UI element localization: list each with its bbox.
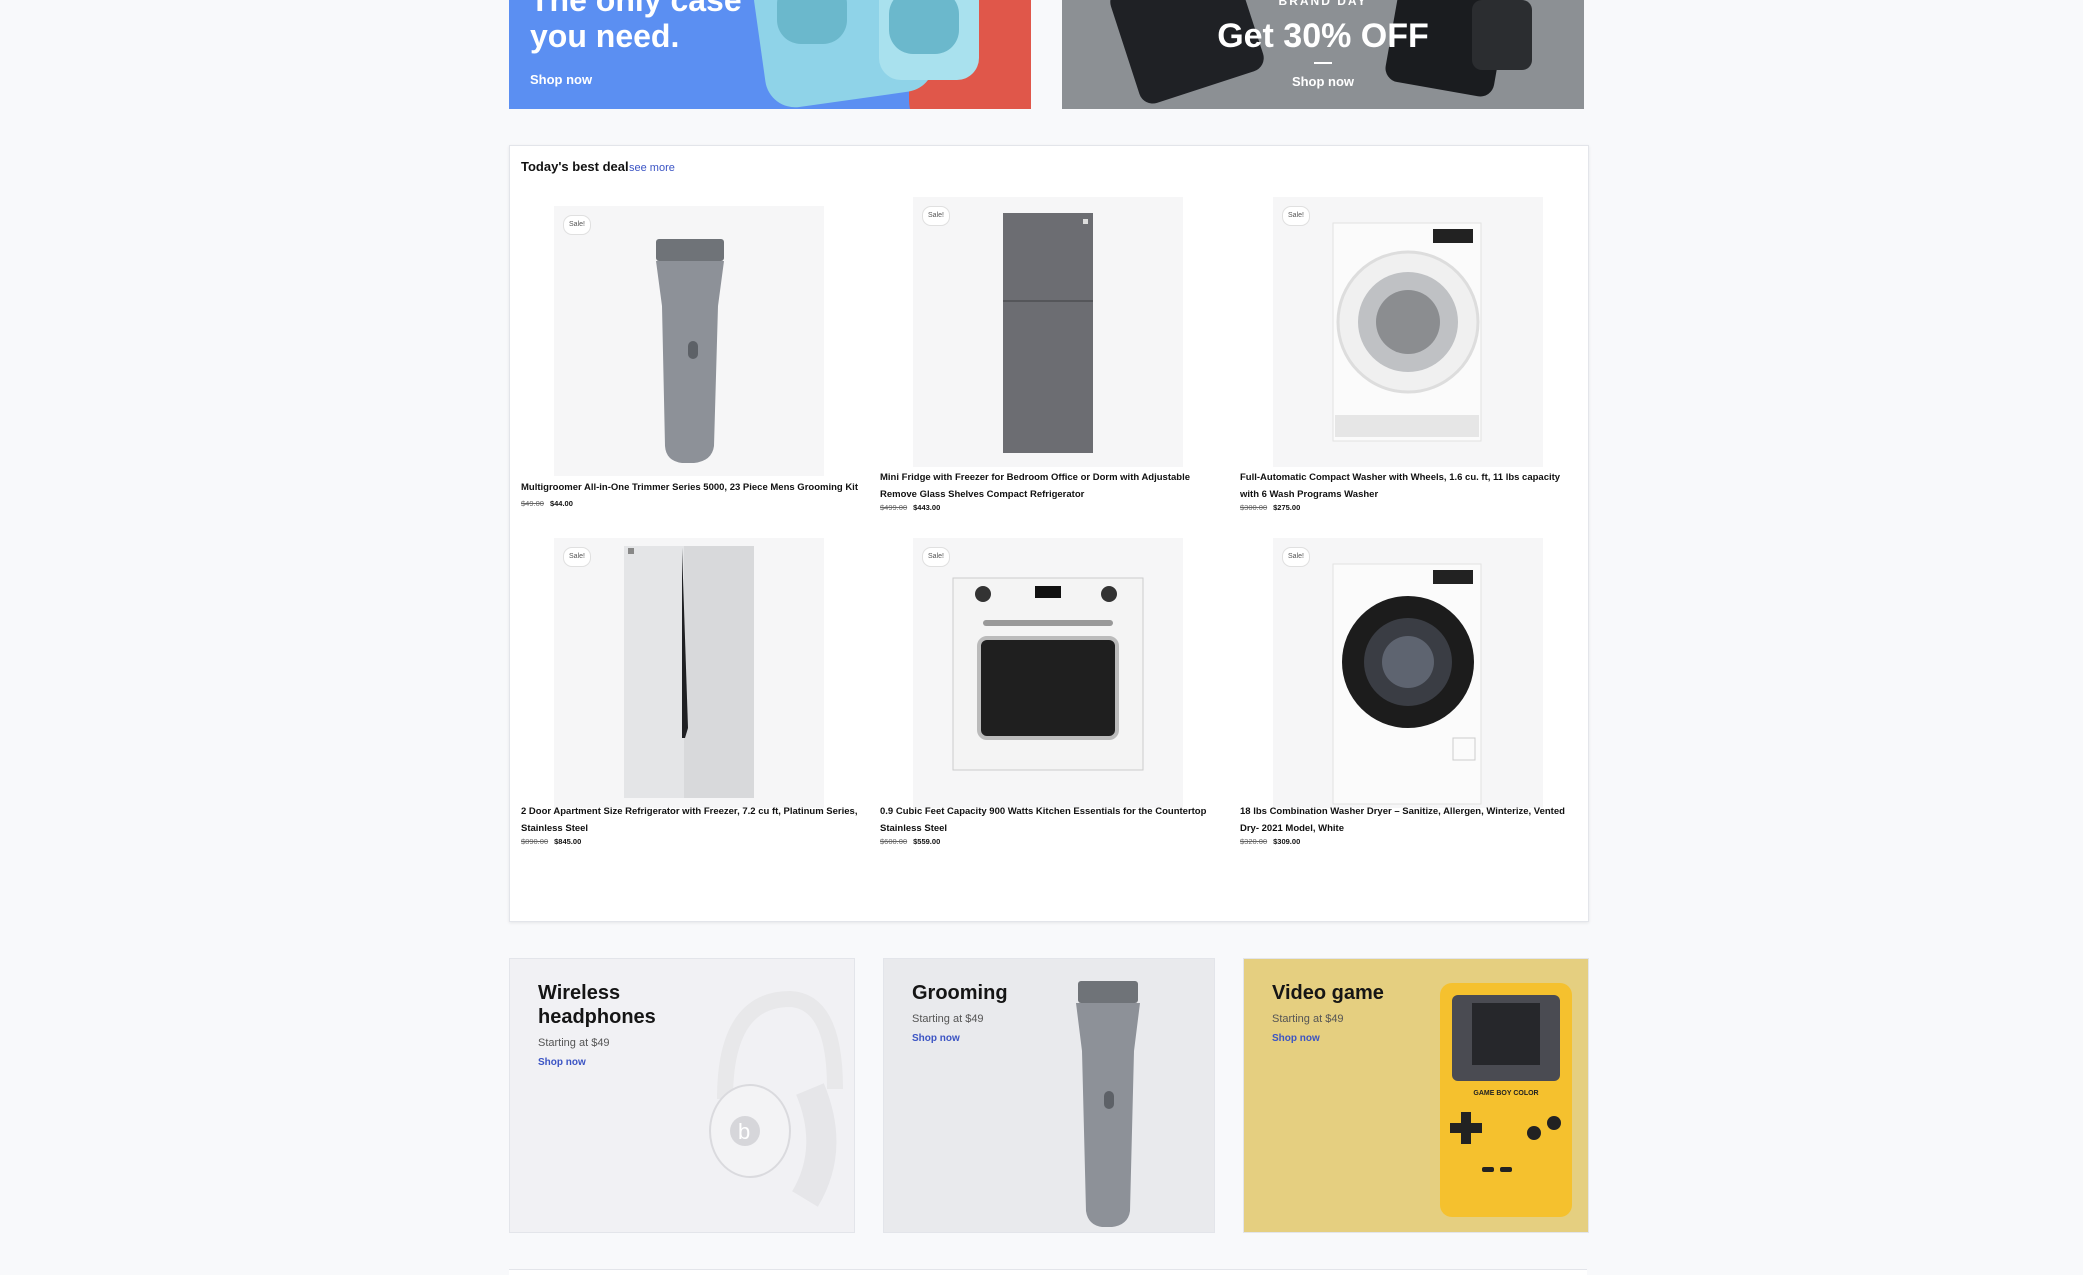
svg-text:b: b [738,1119,750,1144]
fridge-image [1003,213,1093,453]
category-title: Wireless headphones [538,982,656,1028]
product-image[interactable]: Sale! [1273,538,1543,808]
shop-now-link[interactable]: Shop now [530,72,592,87]
best-deal-section: Today's best deal see more Sale! Multigr… [509,145,1589,922]
sale-price: $44.00 [549,499,573,508]
product-price: $890.00 $845.00 [521,837,581,846]
shop-now-link[interactable]: Shop now [912,1033,960,1044]
sale-price: $443.00 [913,503,941,512]
sale-badge: Sale! [1282,206,1310,226]
old-price: $320.00 [1240,837,1268,846]
product-name[interactable]: 18 lbs Combination Washer Dryer – Saniti… [1240,803,1580,837]
product-name[interactable]: Full-Automatic Compact Washer with Wheel… [1240,469,1580,503]
category-video-game[interactable]: Video game Starting at $49 Shop now GAME… [1243,958,1589,1233]
product-image[interactable]: Sale! [554,206,824,476]
case-shape [777,0,847,44]
category-subtitle: Starting at $49 [1272,1013,1344,1025]
brand-day-banner[interactable]: BRAND DAY Get 30% OFF Shop now [1062,0,1584,109]
old-price: $890.00 [521,837,549,846]
sale-price: $275.00 [1273,503,1301,512]
see-more-link[interactable]: see more [629,162,675,174]
shop-now-link[interactable]: Shop now [1272,1033,1320,1044]
product-name[interactable]: Multigroomer All-in-One Trimmer Series 5… [521,479,861,496]
category-subtitle: Starting at $49 [538,1037,610,1049]
sale-price: $559.00 [913,837,941,846]
shop-now-link[interactable]: Shop now [538,1057,586,1068]
washer-image [1332,222,1482,442]
case-shape [889,0,959,54]
sale-badge: Sale! [563,547,591,567]
product-image[interactable]: Sale! [554,538,824,808]
banner-divider [1314,62,1332,64]
sale-price: $309.00 [1273,837,1301,846]
trimmer-image [1076,981,1140,1227]
case-promo-banner[interactable]: The only case you need. Shop now [509,0,1031,109]
category-headphones[interactable]: Wireless headphones Starting at $49 Shop… [509,958,855,1233]
product-name[interactable]: 0.9 Cubic Feet Capacity 900 Watts Kitche… [880,803,1220,837]
old-price: $49.00 [521,499,544,508]
product-image[interactable]: Sale! [1273,197,1543,467]
category-grooming[interactable]: Grooming Starting at $49 Shop now [883,958,1215,1233]
product-image[interactable]: Sale! [913,197,1183,467]
sale-badge: Sale! [922,547,950,567]
product-price: $600.00 $559.00 [880,837,940,846]
sale-badge: Sale! [563,215,591,235]
banner-title: The only case you need. [530,0,742,54]
sale-badge: Sale! [1282,547,1310,567]
product-price: $300.00 $275.00 [1240,503,1300,512]
product-name[interactable]: Mini Fridge with Freezer for Bedroom Off… [880,469,1220,503]
old-price: $600.00 [880,837,908,846]
oven-image [952,577,1144,771]
section-title: Today's best deal [521,159,629,174]
trimmer-image [656,239,724,463]
banner-headline: Get 30% OFF [1217,17,1429,55]
product-price: $49.00 $44.00 [521,499,573,508]
refrigerator-image [624,546,754,798]
category-title: Grooming [912,982,1008,1004]
old-price: $499.00 [880,503,908,512]
washer-dryer-image [1332,563,1482,805]
product-price: $320.00 $309.00 [1240,837,1300,846]
category-subtitle: Starting at $49 [912,1013,984,1025]
sale-badge: Sale! [922,206,950,226]
category-title: Video game [1272,982,1384,1004]
gameboy-label: GAME BOY COLOR [1473,1090,1538,1097]
product-image[interactable]: Sale! [913,538,1183,808]
gameboy-image: GAME BOY COLOR [1440,983,1572,1217]
old-price: $300.00 [1240,503,1268,512]
product-price: $499.00 $443.00 [880,503,940,512]
sale-price: $845.00 [554,837,582,846]
headphones-image: b [709,990,843,1207]
banner-eyebrow: BRAND DAY [1278,0,1368,8]
product-name[interactable]: 2 Door Apartment Size Refrigerator with … [521,803,861,837]
next-section-edge [509,1269,1587,1275]
shop-now-link[interactable]: Shop now [1062,74,1584,89]
